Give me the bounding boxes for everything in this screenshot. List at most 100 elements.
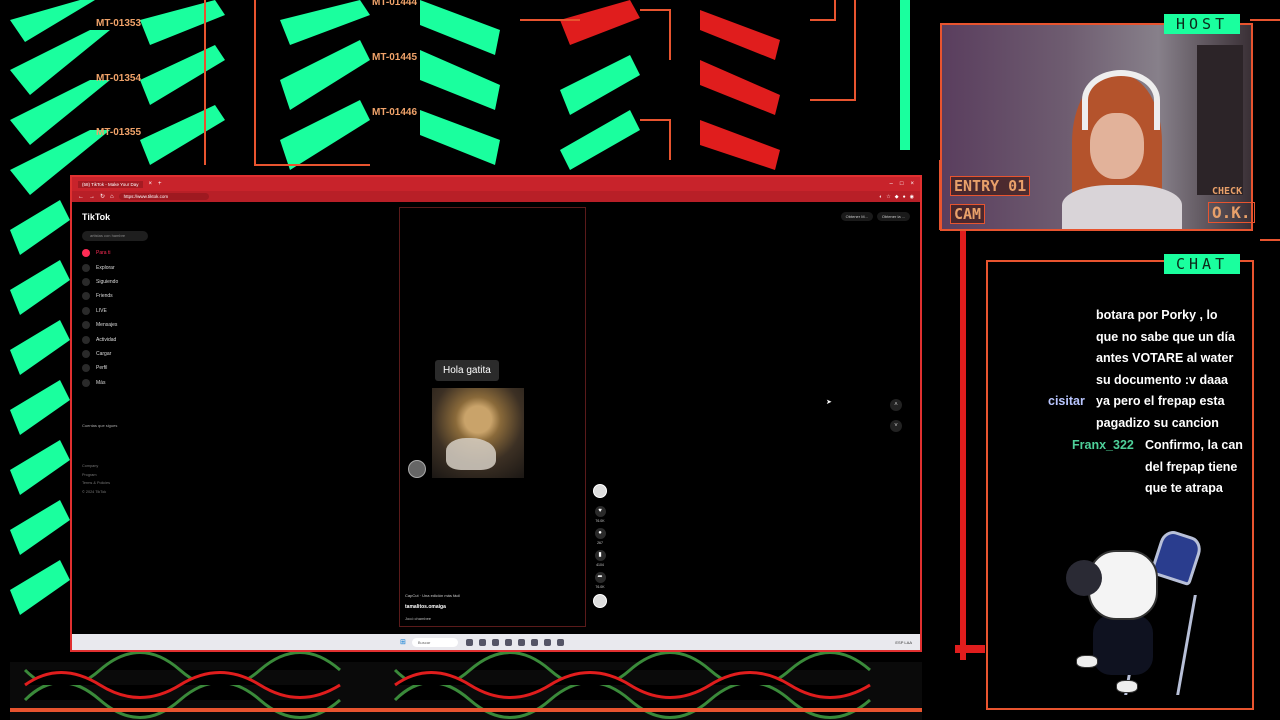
home-browser-icon[interactable]: ⌂: [110, 194, 114, 200]
chat-message: ya pero el frepap esta pagadizo su canci…: [1096, 394, 1225, 430]
mt-label: MT-01444: [372, 0, 417, 8]
mt-label: MT-01354: [96, 73, 141, 84]
get-app-button-2[interactable]: Obtener la ...: [876, 212, 910, 221]
share-count: 76.0K: [595, 585, 605, 589]
video-sound[interactable]: Jocó chambee: [405, 616, 431, 621]
share-icon[interactable]: ➦: [594, 572, 606, 583]
extensions-row: ◐ ☆ ◆ ● ◉: [879, 194, 914, 200]
chat-message: botara por Porky , lo que no sabe que un…: [1096, 308, 1235, 387]
bookmark-icon[interactable]: ▮: [594, 550, 606, 561]
character-shoe: [1116, 680, 1138, 693]
taskbar-app-icon[interactable]: [530, 638, 538, 646]
video-caption-bubble: Hola gatita: [435, 360, 499, 381]
sidebar-item-para-ti[interactable]: Para ti: [82, 246, 118, 260]
window-controls: – □ ×: [890, 181, 914, 187]
hand-image: [446, 438, 496, 470]
capcut-tag[interactable]: CapCut · Una edición más fácil: [405, 593, 460, 598]
streamer-body: [1062, 185, 1182, 229]
star-icon[interactable]: ☆: [886, 194, 890, 200]
anime-character-figure: [1048, 525, 1205, 705]
footer-link[interactable]: Company: [82, 462, 110, 471]
sidebar-item-mensajes[interactable]: Mensajes: [82, 318, 118, 332]
search-input[interactable]: artistas con hambre: [82, 231, 148, 241]
like-count: 76.0K: [595, 519, 605, 523]
new-tab-icon[interactable]: +: [158, 181, 162, 187]
chevron-down-icon[interactable]: ˅: [890, 420, 902, 432]
compass-icon: [82, 263, 90, 272]
back-icon[interactable]: ←: [78, 194, 84, 200]
taskbar-app-icon[interactable]: [478, 638, 486, 646]
browser-tab[interactable]: (58) TikTok - Make Your Day: [78, 180, 143, 188]
reload-icon[interactable]: ↻: [100, 193, 105, 200]
taskbar-app-icon[interactable]: [543, 638, 551, 646]
footer-link[interactable]: Terms & Policies: [82, 479, 110, 488]
mouse-cursor-icon: ➤: [826, 399, 832, 406]
heart-icon[interactable]: ♥: [594, 506, 606, 517]
chat-username: Franx_322: [1072, 438, 1134, 452]
footer-link[interactable]: Program: [82, 471, 110, 480]
mt-label: MT-01445: [372, 52, 417, 63]
taskbar-app-icon[interactable]: [504, 638, 512, 646]
entry-tag: ENTRY 01: [950, 176, 1031, 196]
browser-window: (58) TikTok - Make Your Day × + – □ × ← …: [70, 175, 922, 652]
taskbar-search[interactable]: Buscar: [411, 637, 458, 647]
video-author[interactable]: tamalitos.omaiga: [405, 604, 446, 610]
following-accounts-title: Cuentas que sigues: [82, 423, 118, 428]
address-bar: ← → ↻ ⌂ https://www.tiktok.com ◐ ☆ ◆ ● ◉: [72, 191, 920, 202]
bookmark-count: 4104: [596, 563, 604, 567]
tiktok-page: TikTok artistas con hambre Para ti Explo…: [72, 202, 920, 635]
tiktok-logo[interactable]: TikTok: [82, 212, 110, 222]
chevron-up-icon[interactable]: ˄: [890, 399, 902, 411]
video-player[interactable]: Hola gatita CapCut · Una edición más fác…: [399, 207, 586, 627]
more-icon: [82, 378, 90, 387]
mt-label: MT-01353: [96, 18, 141, 29]
footer-links: Company Program Terms & Policies © 2024 …: [82, 462, 110, 496]
host-label: HOST: [1164, 14, 1241, 34]
taskbar-app-icon[interactable]: [491, 638, 499, 646]
extension-icon[interactable]: ●: [903, 194, 906, 200]
forward-icon[interactable]: →: [89, 194, 95, 200]
following-icon: [82, 277, 90, 286]
taskbar-app-icon[interactable]: [465, 638, 473, 646]
taskbar-app-icon[interactable]: [517, 638, 525, 646]
sidebar-item-mas[interactable]: Más: [82, 376, 118, 390]
avatar[interactable]: [408, 460, 426, 478]
sidebar-item-perfil[interactable]: Perfil: [82, 361, 118, 375]
upload-icon: [82, 349, 90, 358]
chat-username: cisitar: [1048, 394, 1085, 408]
character-legs: [1093, 615, 1153, 675]
comment-icon[interactable]: ●: [594, 528, 606, 539]
url-field[interactable]: https://www.tiktok.com: [118, 193, 209, 200]
extension-icon[interactable]: ◆: [895, 194, 899, 200]
check-tag: CHECK: [1212, 186, 1243, 197]
sidebar-item-cargar[interactable]: Cargar: [82, 347, 118, 361]
sidebar-item-actividad[interactable]: Actividad: [82, 332, 118, 346]
maximize-icon[interactable]: □: [900, 181, 904, 187]
ok-tag: O.K.: [1208, 202, 1255, 223]
home-icon: [82, 249, 90, 258]
sidebar-item-live[interactable]: LIVE: [82, 304, 118, 318]
system-tray[interactable]: ESP LAA: [895, 640, 912, 645]
sidebar-item-siguiendo[interactable]: Siguiendo: [82, 275, 118, 289]
video-actions: ♥ 76.0K ● 267 ▮ 4104 ➦ 76.0K: [591, 484, 609, 616]
close-window-icon[interactable]: ×: [910, 181, 914, 187]
shelf: [1197, 45, 1243, 195]
minimize-icon[interactable]: –: [890, 181, 893, 187]
headphones: [1082, 70, 1160, 130]
windows-start-icon[interactable]: ⊞: [400, 638, 406, 646]
host-webcam: [940, 23, 1253, 231]
video-navigation: ˄ ˅: [890, 399, 902, 441]
profile-browser-icon[interactable]: ◉: [910, 194, 914, 200]
taskbar-apps: [465, 638, 564, 646]
extension-icon[interactable]: ◐: [879, 194, 882, 200]
close-tab-icon[interactable]: ×: [149, 181, 153, 187]
sidebar-item-explorar[interactable]: Explorar: [82, 260, 118, 274]
chat-label: CHAT: [1164, 254, 1241, 274]
sidebar-item-friends[interactable]: Friends: [82, 289, 118, 303]
taskbar-app-icon[interactable]: [556, 638, 564, 646]
comment-count: 267: [597, 541, 603, 545]
tab-bar: (58) TikTok - Make Your Day × + – □ ×: [72, 177, 920, 191]
music-disc-icon[interactable]: [593, 594, 607, 608]
creator-avatar[interactable]: [593, 484, 607, 498]
get-app-button[interactable]: Obtener M...: [840, 212, 873, 221]
